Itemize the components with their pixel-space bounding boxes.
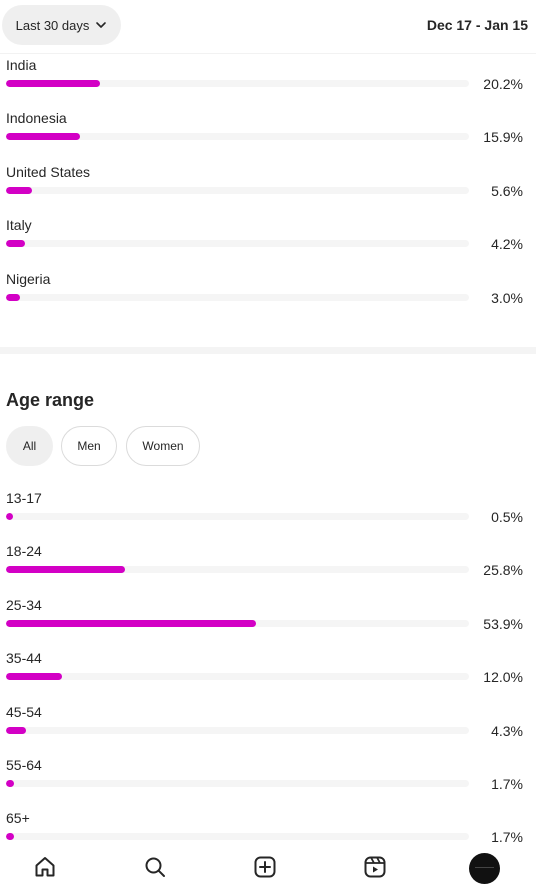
bar-track (6, 673, 469, 681)
row-value: 4.2% (491, 236, 523, 253)
row-value: 3.0% (491, 289, 523, 306)
bar-fill (6, 566, 126, 574)
list-item: 55-64 1.7% (0, 756, 536, 809)
bar-track (6, 780, 469, 787)
bar-fill (6, 619, 256, 627)
bar-fill (6, 133, 80, 141)
row-label: Nigeria (6, 270, 51, 287)
top-bar: Last 30 days Dec 17 - Jan 15 (0, 0, 536, 54)
row-value: 15.9% (483, 129, 523, 146)
range-label: Last 30 days (15, 17, 90, 33)
bar-track (6, 566, 469, 574)
list-item: United States 5.6% (0, 163, 536, 216)
row-value: 0.5% (491, 509, 523, 525)
bar-track (6, 240, 469, 248)
bar-track (6, 186, 469, 194)
age-range-title: Age range (6, 390, 95, 410)
list-item: India 20.2% (0, 56, 536, 109)
row-label: 25-34 (6, 596, 42, 613)
row-value: 1.7% (491, 776, 523, 792)
row-label: India (6, 57, 37, 73)
row-value: 1.7% (491, 829, 523, 846)
bar-fill (6, 513, 13, 520)
row-value: 4.3% (491, 722, 523, 739)
date-range-dropdown[interactable]: Last 30 days (2, 5, 121, 45)
bar-fill (6, 673, 62, 681)
row-label: 35-44 (6, 650, 42, 667)
row-label: 45-54 (6, 703, 42, 720)
list-item: Nigeria 3.0% (0, 270, 536, 323)
nav-home[interactable] (31, 853, 59, 881)
row-value: 5.6% (491, 182, 523, 199)
row-label: 65+ (6, 810, 30, 827)
row-label: Indonesia (6, 110, 67, 127)
bar-fill (6, 80, 100, 87)
filter-chip-women[interactable]: Women (126, 426, 200, 466)
filter-chip-all[interactable]: All (6, 426, 53, 466)
bar-fill (6, 293, 20, 301)
row-value: 53.9% (483, 615, 523, 632)
search-icon (145, 857, 165, 877)
bar-track (6, 619, 469, 627)
list-item: Indonesia 15.9% (0, 109, 536, 162)
date-range-text: Dec 17 - Jan 15 (426, 17, 528, 33)
nav-create[interactable] (251, 853, 279, 881)
row-label: 55-64 (6, 757, 42, 773)
list-item: 25-34 53.9% (0, 596, 536, 649)
bar-track (6, 80, 469, 87)
row-label: Italy (6, 217, 32, 234)
nav-reels[interactable] (361, 853, 389, 881)
create-icon (254, 856, 276, 878)
row-label: United States (6, 163, 91, 180)
list-item: 18-24 25.8% (0, 542, 536, 595)
avatar-mark (475, 867, 494, 868)
reels-icon (364, 856, 386, 878)
chevron-down-icon (96, 22, 107, 28)
bar-track (6, 726, 469, 734)
profile-avatar[interactable] (469, 853, 500, 884)
row-value: 12.0% (483, 669, 523, 686)
bar-fill (6, 780, 14, 787)
bar-fill (6, 240, 26, 248)
bar-fill (6, 726, 26, 734)
bar-fill (6, 186, 32, 194)
list-item: Italy 4.2% (0, 216, 536, 269)
nav-search[interactable] (141, 853, 169, 881)
bar-track (6, 293, 469, 301)
row-label: 13-17 (6, 490, 42, 506)
bottom-nav (0, 845, 536, 885)
row-value: 25.8% (483, 562, 523, 579)
filter-chip-men[interactable]: Men (61, 426, 117, 466)
row-value: 20.2% (483, 76, 523, 92)
list-item: 45-54 4.3% (0, 703, 536, 756)
bar-track (6, 133, 469, 141)
bar-track (6, 833, 469, 841)
list-item: 13-17 0.5% (0, 489, 536, 542)
bar-fill (6, 833, 14, 841)
row-label: 18-24 (6, 543, 42, 560)
home-icon (35, 857, 55, 877)
bar-track (6, 513, 469, 520)
section-divider (0, 347, 536, 354)
list-item: 35-44 12.0% (0, 649, 536, 702)
